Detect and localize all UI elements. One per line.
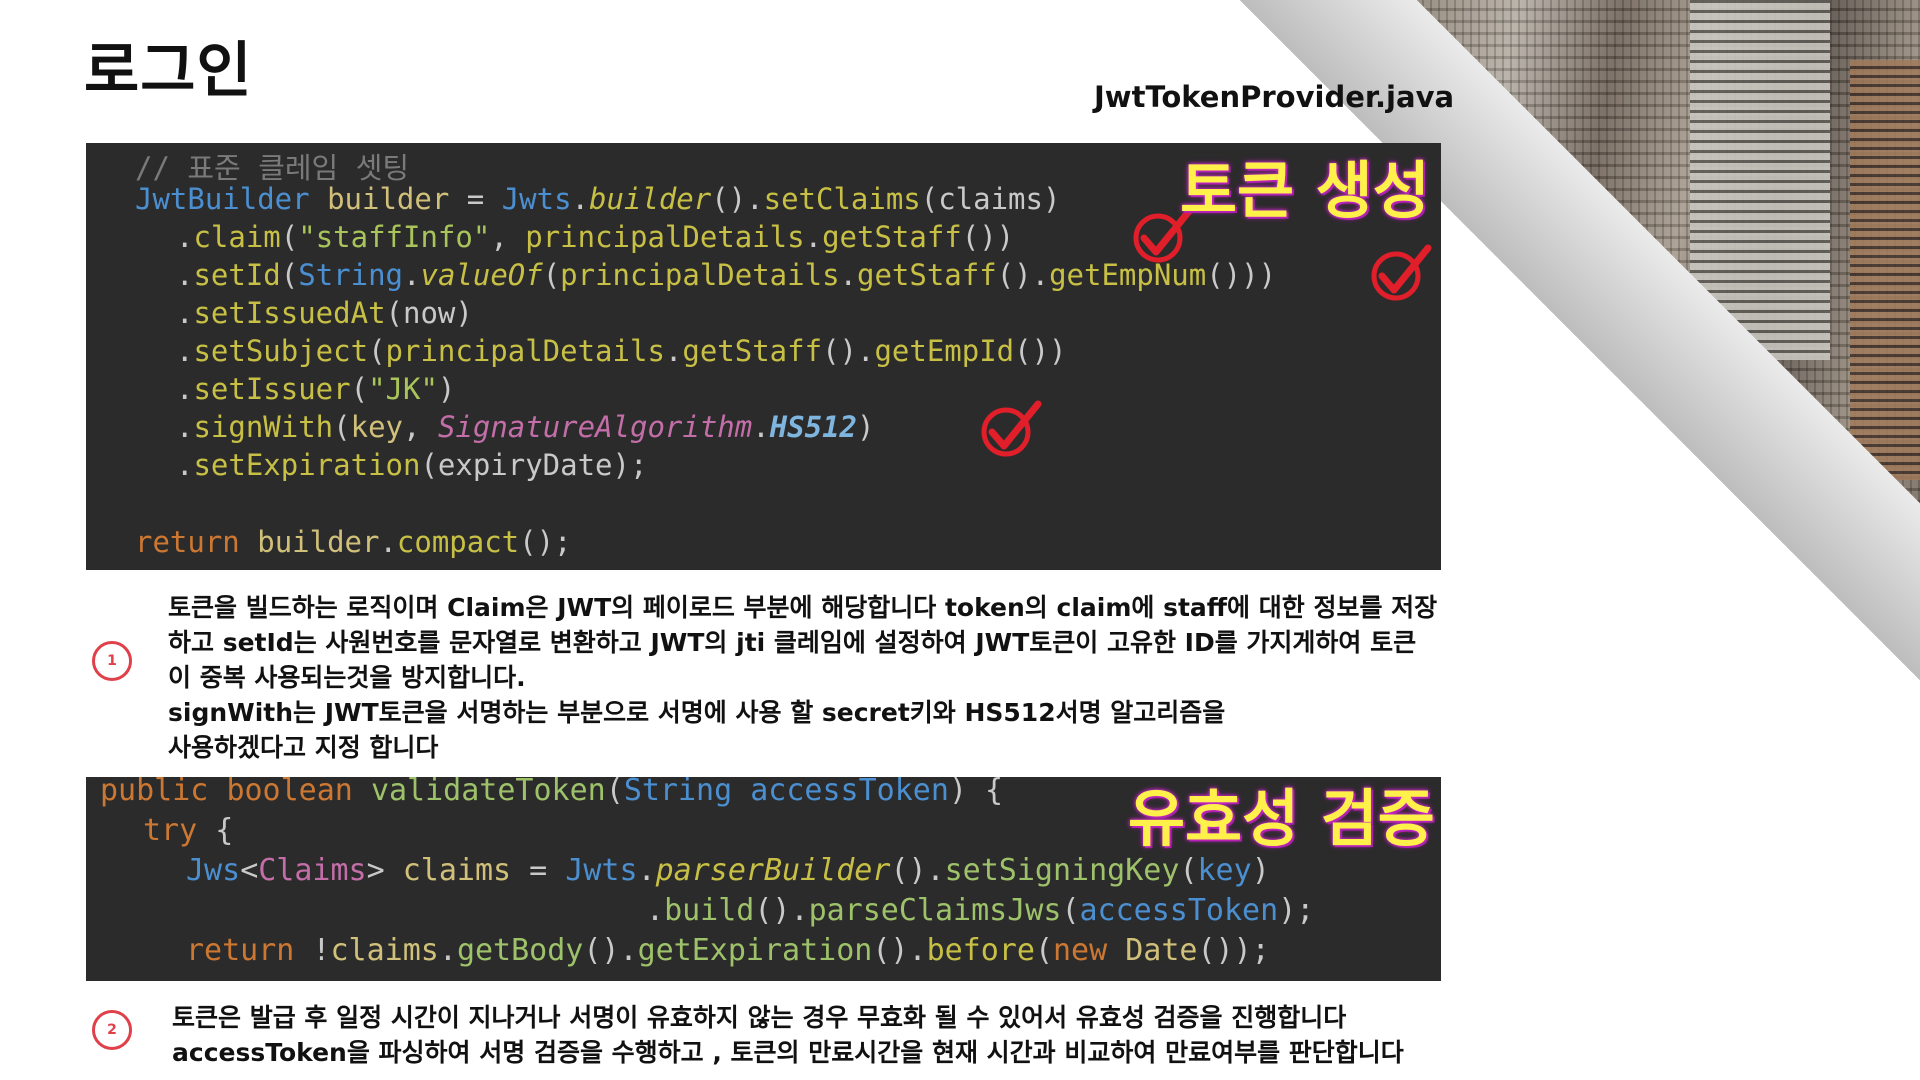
description-line: 토큰을 빌드하는 로직이며 Claim은 JWT의 페이로드 부분에 해당합니다… [168,593,1438,622]
code-line: public boolean validateToken(String acce… [100,777,1004,808]
code-line: .build().parseClaimsJws(accessToken); [646,893,1315,928]
code-line: return !claims.getBody().getExpiration()… [186,933,1270,968]
code-line: // 표준 클레임 셋팅 [135,151,410,185]
code-line: JwtBuilder builder = Jwts.builder().setC… [135,182,1061,216]
code-line: .setIssuer("JK") [176,372,456,406]
skyscraper-image-2 [1850,60,1920,480]
description-line: signWith는 JWT토큰을 서명하는 부분으로 서명에 사용 할 secr… [168,698,1226,727]
step-badge-2: 2 [92,1010,132,1050]
description-line: 이 중복 사용되는것을 방지합니다. [168,663,526,692]
description-2: 토큰은 발급 후 일정 시간이 지나거나 서명이 유효하지 않는 경우 무효화 … [172,1000,1462,1070]
file-name: JwtTokenProvider.java [1094,80,1455,114]
code-line: Jws<Claims> claims = Jwts.parserBuilder(… [186,853,1270,888]
description-line: 사용하겠다고 지정 합니다 [168,733,439,762]
overlay-label-token-generation: 토큰 생성 [1180,154,1430,227]
code-line: try { [143,813,234,848]
code-line: .setExpiration(expiryDate); [176,448,648,482]
code-line: .setId(String.valueOf(principalDetails.g… [176,258,1277,292]
code-line: return builder.compact(); [135,525,572,559]
code-line: .setIssuedAt(now) [176,296,473,330]
step-badge-1: 1 [92,641,132,681]
page-title: 로그인 [84,36,253,106]
description-line: accessToken을 파싱하여 서명 검증을 수행하고 , 토큰의 만료시간… [172,1038,1404,1067]
description-line: 토큰은 발급 후 일정 시간이 지나거나 서명이 유효하지 않는 경우 무효화 … [172,1003,1347,1032]
description-line: 하고 setId는 사원번호를 문자열로 변환하고 JWT의 jti 클레임에 … [168,628,1417,657]
code-line: .signWith(key, SignatureAlgorithm.HS512) [176,410,875,444]
check-mark-icon [981,400,1042,457]
code-line: .setSubject(principalDetails.getStaff().… [176,334,1067,368]
code-line: .claim("staffInfo", principalDetails.get… [176,220,1015,254]
check-mark-icon [1371,244,1432,301]
overlay-label-validation: 유효성 검증 [1128,782,1435,855]
description-1: 토큰을 빌드하는 로직이며 Claim은 JWT의 페이로드 부분에 해당합니다… [168,590,1458,765]
